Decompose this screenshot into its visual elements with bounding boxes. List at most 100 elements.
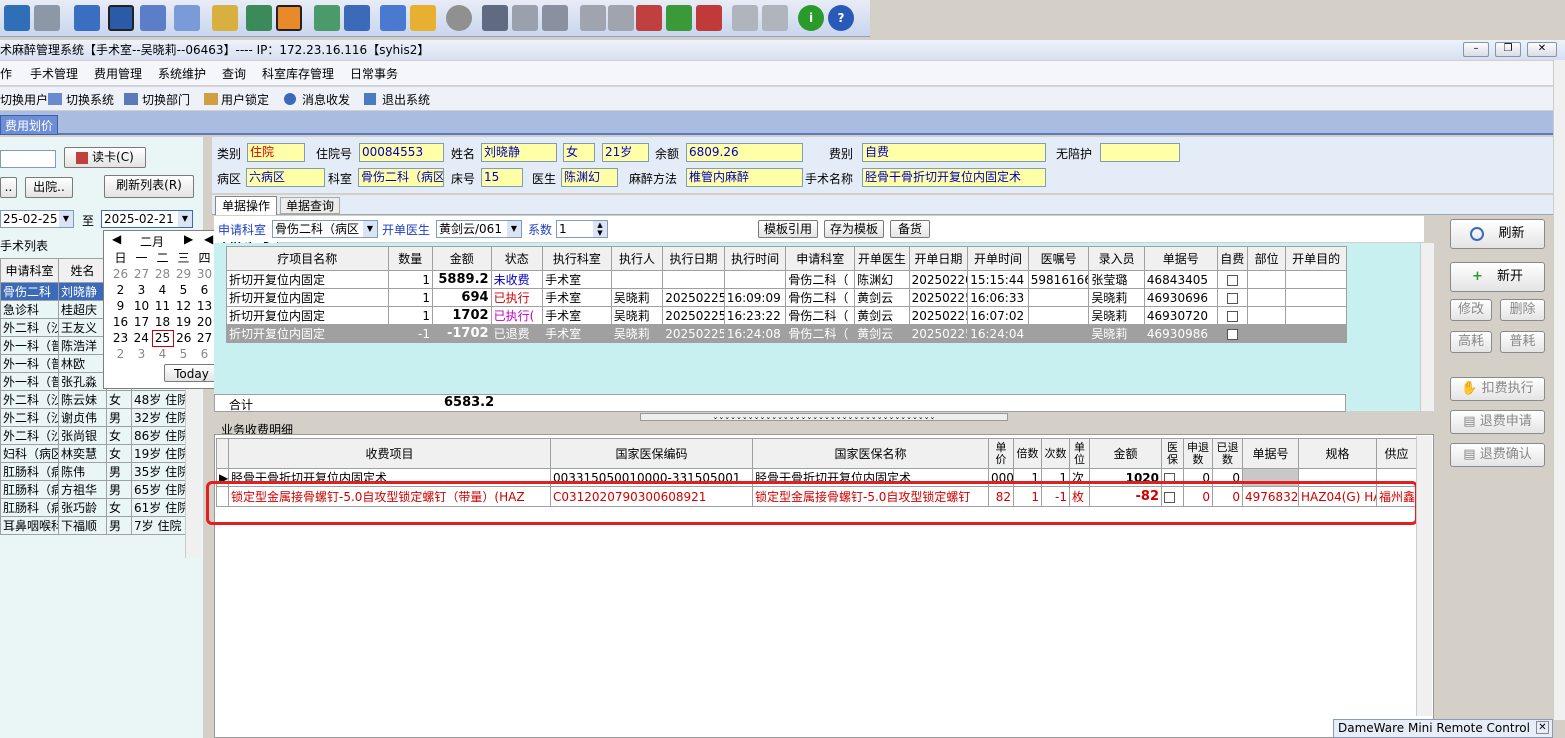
- detail-col-header[interactable]: 单价: [988, 438, 1014, 469]
- prev-month-icon[interactable]: ◀: [112, 232, 121, 246]
- detail-col-header[interactable]: 已退数: [1212, 438, 1243, 469]
- detail-col-header[interactable]: 单位: [1069, 438, 1090, 469]
- calendar-day[interactable]: 25: [151, 329, 174, 347]
- calendar-day[interactable]: 16: [110, 314, 131, 330]
- orders-col-header[interactable]: 开单目的: [1285, 246, 1347, 271]
- tab-fee-pricing[interactable]: 费用划价: [0, 115, 59, 135]
- switch-user-button[interactable]: 切换用户: [0, 91, 48, 108]
- detail-col-header[interactable]: 规格: [1298, 438, 1377, 469]
- lock-icon[interactable]: [212, 5, 238, 31]
- list-item[interactable]: 肛肠科（病 陈伟男 35岁 住院: [0, 462, 186, 481]
- chevron-down-icon[interactable]: ▼: [59, 211, 73, 227]
- calendar-day[interactable]: 10: [131, 298, 152, 314]
- printer-icon[interactable]: [512, 5, 538, 31]
- calendar-day[interactable]: 18: [152, 314, 173, 330]
- minimize-button[interactable]: –: [1463, 42, 1489, 57]
- binoculars-icon[interactable]: [246, 5, 272, 31]
- calendar-day[interactable]: 27: [131, 266, 152, 282]
- detail-col-header[interactable]: 单据号: [1242, 438, 1299, 469]
- calendar-day[interactable]: 6: [194, 346, 215, 362]
- abc-icon[interactable]: [174, 5, 200, 31]
- high-cost-button[interactable]: 高耗: [1450, 331, 1492, 353]
- refresh-list-button[interactable]: 刷新列表(R): [104, 175, 194, 198]
- today-button[interactable]: Today: [164, 364, 219, 382]
- stock-button[interactable]: 备货: [890, 220, 930, 238]
- chevron-down-icon[interactable]: ▼: [507, 221, 521, 237]
- chevron-down-icon[interactable]: ▼: [363, 221, 377, 237]
- orders-col-header[interactable]: 开单日期: [908, 246, 969, 271]
- menu-daily[interactable]: 日常事务: [350, 65, 398, 82]
- orders-col-header[interactable]: 医嘱号: [1027, 246, 1090, 271]
- main-scrollbar[interactable]: [1553, 60, 1565, 720]
- network2-icon[interactable]: [608, 5, 634, 31]
- window2-icon[interactable]: [762, 5, 788, 31]
- order-doctor-select[interactable]: 黄剑云/061 ▼: [436, 220, 522, 238]
- orders-col-header[interactable]: 疗项目名称: [226, 246, 389, 271]
- table-row[interactable]: 折切开复位内固定 1 1702 已执行(手术室 吴晓莉 20250225 16:23:22 骨…: [226, 306, 1347, 325]
- list-item[interactable]: 耳鼻咽喉科 下福顺男 7岁 住院: [0, 516, 186, 535]
- calendar-month[interactable]: 二月: [140, 233, 164, 250]
- pc-icon[interactable]: [482, 5, 508, 31]
- self-pay-checkbox[interactable]: [1226, 292, 1238, 304]
- display-icon[interactable]: [108, 5, 134, 31]
- calendar-day[interactable]: 2: [110, 346, 131, 362]
- cursor-icon[interactable]: [314, 5, 340, 31]
- list-item[interactable]: 肛肠科（病 张巧龄女 61岁 住院: [0, 498, 186, 517]
- windows-icon[interactable]: [732, 5, 758, 31]
- calendar-day[interactable]: 6: [194, 282, 215, 298]
- detail-scrollbar[interactable]: [1416, 436, 1432, 716]
- message-button[interactable]: 消息收发: [302, 91, 350, 108]
- menu-query[interactable]: 查询: [222, 65, 246, 82]
- calendar-day[interactable]: 17: [131, 314, 152, 330]
- template-ref-button[interactable]: 模板引用: [758, 220, 818, 238]
- close-icon[interactable]: ✕: [1536, 721, 1549, 734]
- import-icon[interactable]: [696, 5, 722, 31]
- refresh-button[interactable]: 刷新: [1450, 219, 1545, 249]
- calendar-day[interactable]: 11: [152, 298, 173, 314]
- refund-confirm-button[interactable]: ▤ 退费确认: [1450, 443, 1545, 467]
- restore-button[interactable]: ❐: [1495, 42, 1521, 57]
- splitter[interactable]: ⌄⌄⌄⌄⌄⌄⌄⌄⌄⌄⌄⌄⌄⌄⌄⌄⌄⌄⌄⌄⌄⌄⌄⌄⌄⌄⌄⌄⌄⌄⌄⌄⌄⌄⌄⌄⌄⌄: [640, 413, 1008, 421]
- detail-col-header[interactable]: 申退数: [1183, 438, 1213, 469]
- detail-col-header[interactable]: 供应: [1376, 438, 1417, 469]
- col-name[interactable]: 姓名: [58, 258, 107, 283]
- menu-operate[interactable]: 作: [0, 65, 12, 82]
- table-row[interactable]: 折切开复位内固定 1 694 已执行 手术室 吴晓莉 20250225 16:09:09 骨伤二…: [226, 288, 1347, 307]
- new-button[interactable]: + 新开: [1450, 262, 1545, 292]
- orders-col-header[interactable]: 状态: [490, 246, 544, 271]
- pointer-icon[interactable]: [344, 5, 370, 31]
- menu-surgery[interactable]: 手术管理: [30, 65, 78, 82]
- calendar-day[interactable]: 24: [131, 330, 152, 346]
- self-pay-checkbox[interactable]: [1226, 274, 1238, 286]
- deduct-execute-button[interactable]: ✋ 扣费执行: [1450, 377, 1545, 401]
- disc-icon[interactable]: [446, 5, 472, 31]
- calendar-day[interactable]: 26: [173, 330, 194, 346]
- table-row[interactable]: 折切开复位内固定 -1 -1702 已退费 手术室 吴晓莉 20250225 16:24:08…: [226, 324, 1347, 343]
- list-item[interactable]: 外二科（沙 张尚银女 86岁 住院: [0, 426, 186, 445]
- delete-button[interactable]: 删除: [1500, 299, 1545, 321]
- calendar-day[interactable]: 2: [110, 282, 131, 298]
- switch-dept-button[interactable]: 切换部门: [142, 91, 190, 108]
- detail-col-header[interactable]: 收费项目: [228, 438, 551, 469]
- calendar-day[interactable]: 27: [194, 330, 215, 346]
- next-month-icon[interactable]: ▶: [184, 232, 193, 246]
- orders-col-header[interactable]: 执行时间: [723, 246, 787, 271]
- remote-icon[interactable]: [34, 5, 60, 31]
- modify-button[interactable]: 修改: [1450, 299, 1492, 321]
- coef-stepper[interactable]: 1 ▲ ▼: [556, 220, 608, 238]
- tab-doc-operate[interactable]: 单据操作: [215, 196, 277, 215]
- orders-col-header[interactable]: 开单医生: [854, 246, 910, 271]
- disconnect-icon[interactable]: [636, 5, 662, 31]
- monitor-icon[interactable]: [4, 5, 30, 31]
- help-icon[interactable]: ?: [828, 5, 854, 31]
- calendar-day[interactable]: 12: [173, 298, 194, 314]
- close-button[interactable]: ✕: [1527, 42, 1557, 57]
- calendar-day[interactable]: 20: [194, 314, 215, 330]
- detail-col-header[interactable]: 倍数: [1013, 438, 1042, 469]
- col-apply-dept[interactable]: 申请科室: [0, 258, 59, 283]
- calendar-day[interactable]: 9: [110, 298, 131, 314]
- calendar-day[interactable]: 3: [131, 346, 152, 362]
- tools-icon[interactable]: [410, 5, 436, 31]
- list-item[interactable]: 外二科（沙 陈云妹女 48岁 住院: [0, 390, 186, 409]
- calendar-day[interactable]: 26: [110, 266, 131, 282]
